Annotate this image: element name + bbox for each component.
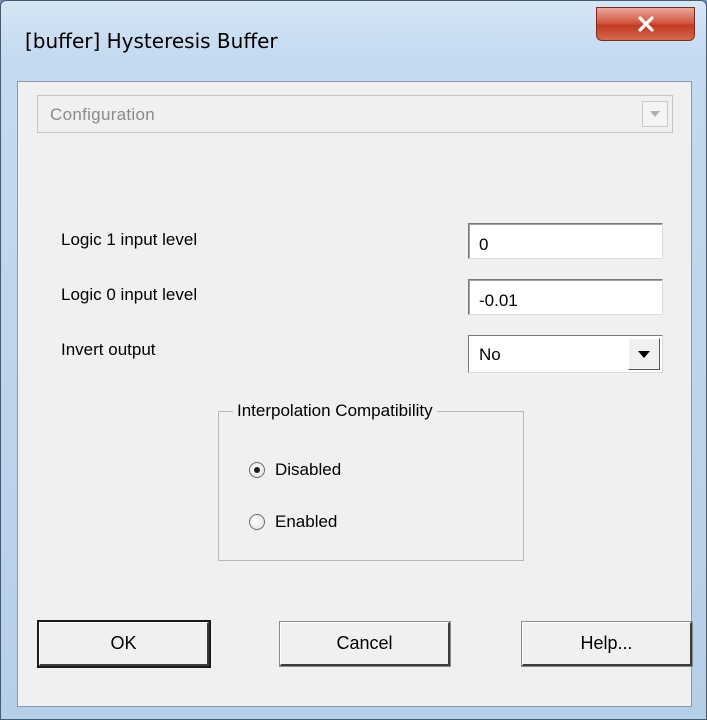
interpolation-group-title: Interpolation Compatibility: [233, 401, 437, 421]
ok-button[interactable]: OK: [37, 620, 211, 668]
radio-button-unchecked[interactable]: [249, 514, 265, 530]
logic1-input[interactable]: [468, 223, 663, 259]
dialog-body: Configuration Logic 1 input level Logic …: [17, 81, 693, 707]
cancel-button[interactable]: Cancel: [279, 621, 451, 667]
logic1-label: Logic 1 input level: [61, 230, 198, 249]
logic0-label: Logic 0 input level: [61, 285, 198, 304]
help-button[interactable]: Help...: [521, 621, 693, 667]
radio-label: Enabled: [275, 512, 338, 531]
close-icon: [637, 16, 655, 32]
chevron-down-icon[interactable]: [642, 101, 668, 127]
radio-disabled[interactable]: Disabled: [249, 460, 341, 480]
window-title: [buffer] Hysteresis Buffer: [25, 29, 278, 53]
configuration-dropdown[interactable]: Configuration: [37, 95, 673, 133]
invert-output-value: No: [479, 345, 501, 364]
invert-output-label: Invert output: [61, 340, 156, 359]
logic0-input[interactable]: [468, 279, 663, 315]
configuration-value: Configuration: [50, 105, 156, 124]
close-button[interactable]: [596, 7, 695, 41]
dialog-window: [buffer] Hysteresis Buffer Configuration…: [0, 0, 707, 720]
chevron-down-icon[interactable]: [628, 338, 660, 370]
interpolation-group: Interpolation Compatibility Disabled Ena…: [218, 401, 524, 561]
title-bar[interactable]: [buffer] Hysteresis Buffer: [1, 1, 706, 81]
radio-label: Disabled: [275, 460, 342, 479]
invert-output-select[interactable]: No: [468, 335, 663, 373]
radio-button-checked[interactable]: [249, 462, 265, 478]
radio-enabled[interactable]: Enabled: [249, 512, 337, 532]
